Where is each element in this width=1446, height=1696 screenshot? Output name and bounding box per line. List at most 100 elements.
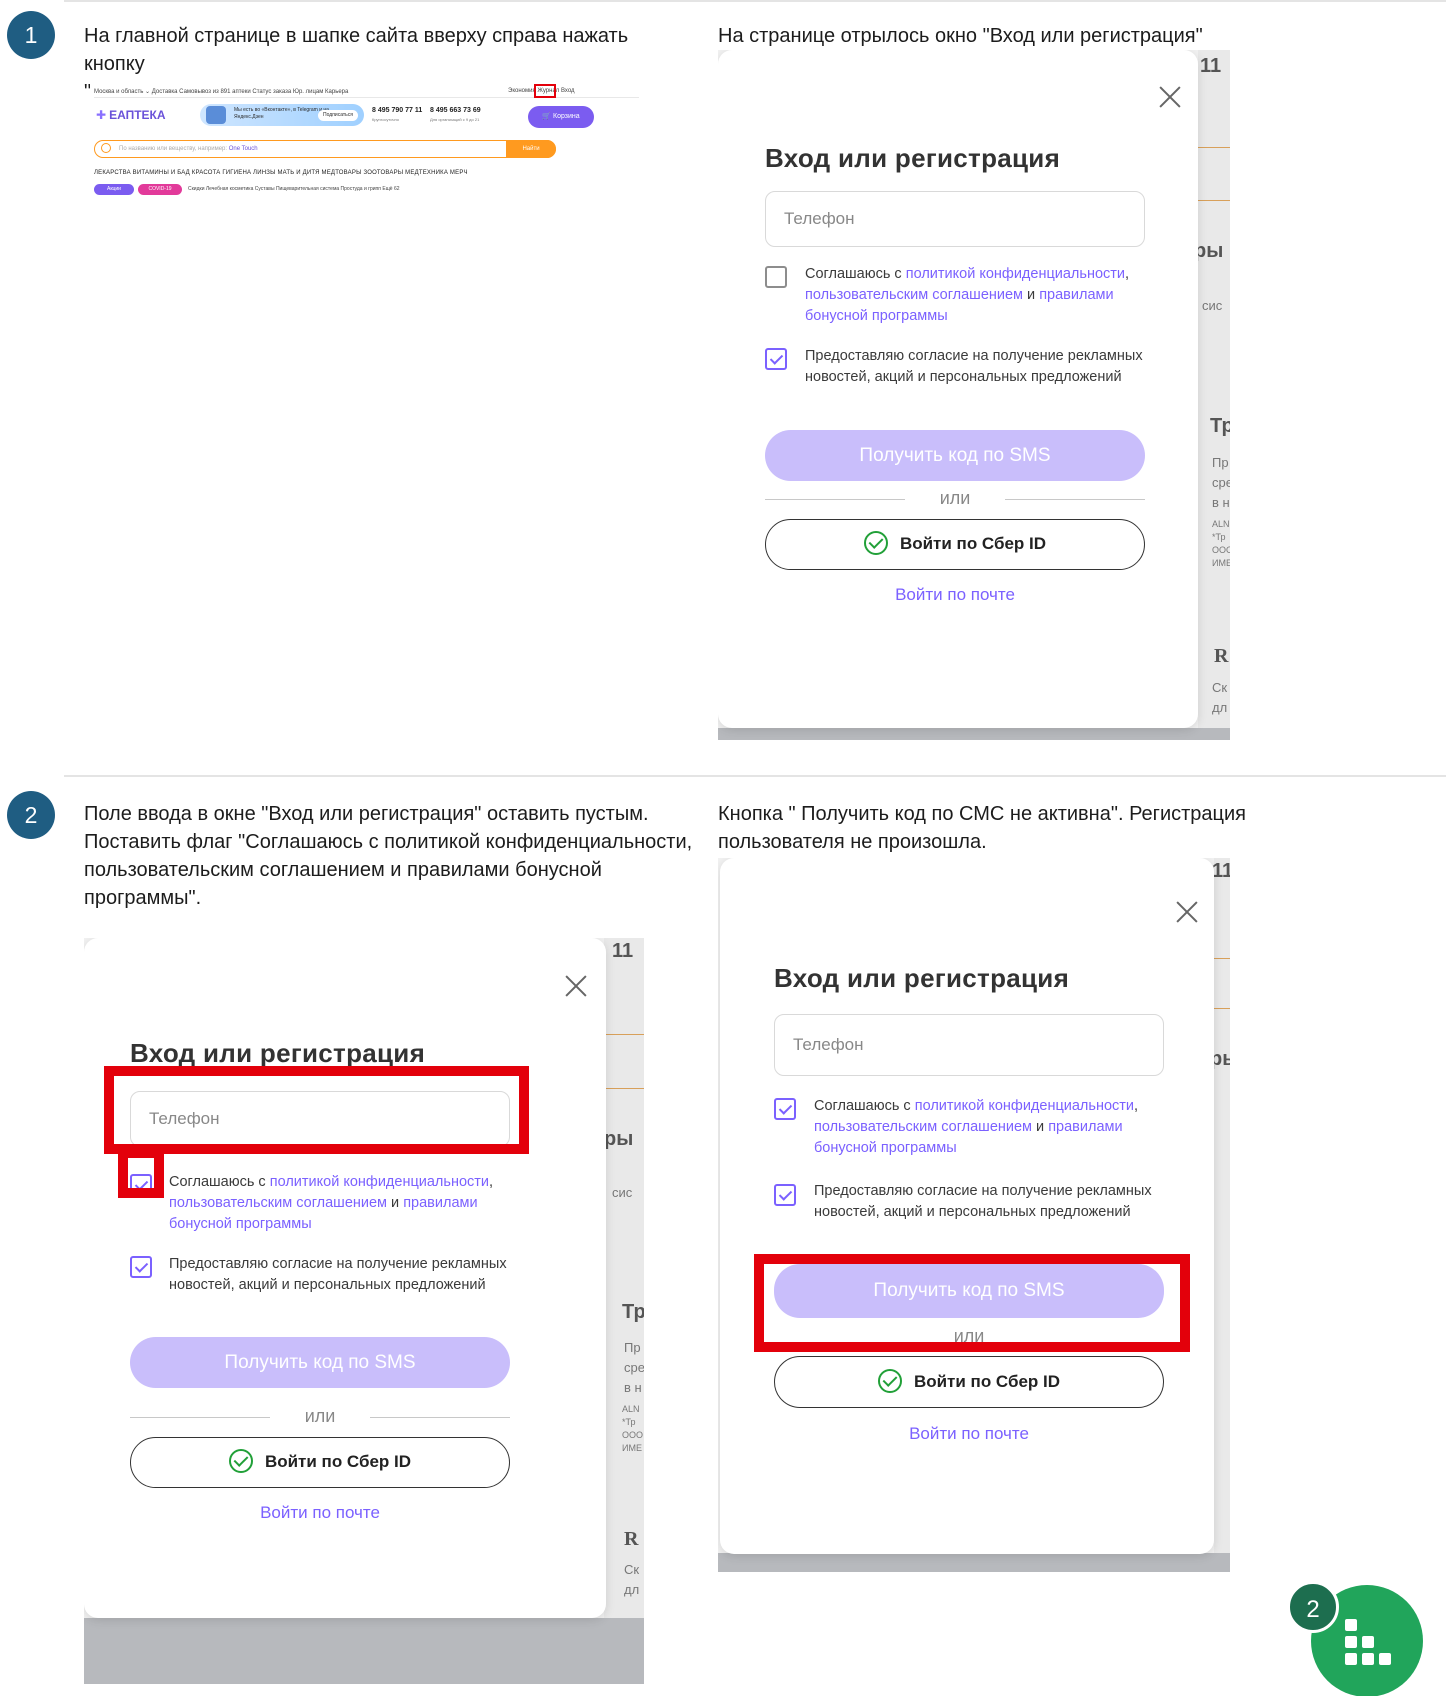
search-icon [101, 143, 111, 153]
sber-id-button[interactable]: Войти по Сбер ID [774, 1356, 1164, 1408]
bg-fragment: Пр сре в н [1212, 455, 1230, 510]
site-header-screenshot: Москва и область ⌄ Доставка Самовывоз из… [90, 82, 645, 210]
background-page [1214, 858, 1230, 1558]
or-label: или [939, 488, 971, 508]
phone-1-note: Круглосуточно [372, 117, 399, 122]
bg-fragment: R [1214, 645, 1229, 667]
promo-text: Мы есть во «Вконтакте», в Telegram и на … [234, 107, 329, 120]
login-by-email-link[interactable]: Войти по почте [765, 585, 1145, 605]
bg-fragment: 11 [612, 940, 634, 962]
sber-id-button[interactable]: Войти по Сбер ID [130, 1437, 510, 1488]
sber-check-icon [228, 1448, 253, 1473]
close-icon[interactable] [564, 974, 588, 998]
sales-pill: Акции [94, 184, 134, 195]
grid-icon-cell [1379, 1653, 1391, 1665]
or-divider-right [1005, 499, 1145, 500]
bg-line [604, 1034, 644, 1035]
bg-line [604, 1088, 644, 1089]
user-agreement-link[interactable]: пользовательским соглашением [169, 1195, 387, 1211]
privacy-link[interactable]: политикой конфиденциальности [915, 1098, 1134, 1114]
sber-id-button[interactable]: Войти по Сбер ID [765, 519, 1145, 570]
bg-fragment: ALN *Тр ООО ИМЕ [622, 1404, 644, 1453]
bg-fragment: Пр сре в н [624, 1340, 644, 1395]
modal-screenshot: 11 ры Вход или регистрация Телефон Согла… [718, 858, 1230, 1572]
highlight-box [118, 1148, 164, 1198]
or-divider-left [765, 499, 905, 500]
user-agreement-link[interactable]: пользовательским соглашением [814, 1119, 1032, 1135]
bg-fragment: ры [1194, 240, 1224, 262]
header-rule [94, 97, 639, 98]
bg-fragment: 11 [1200, 55, 1222, 77]
privacy-consent-text: Соглашаюсь с политикой конфиденциальност… [805, 266, 1130, 324]
overlay-strip [718, 728, 1230, 740]
privacy-link[interactable]: политикой конфиденциальности [270, 1174, 489, 1190]
phone-input[interactable]: Телефон [774, 1014, 1164, 1076]
notification-badge: 2 [1287, 1581, 1339, 1633]
search-input: По названию или веществу, например: One … [94, 140, 556, 158]
sber-check-icon [877, 1368, 902, 1393]
ads-consent-checkbox[interactable] [765, 348, 787, 370]
bg-fragment: сис [1202, 298, 1223, 313]
privacy-checkbox[interactable] [774, 1098, 796, 1120]
get-sms-code-button[interactable]: Получить код по SMS [765, 430, 1145, 481]
search-button: Найти [506, 140, 556, 158]
bg-line [1214, 1008, 1230, 1009]
step-caption: Поле ввода в окне "Вход или регистрация"… [84, 803, 693, 909]
modal-screenshot: 11 ры сис Тр Пр сре в н ALN *Тр ООО ИМЕ … [718, 50, 1230, 740]
step-caption: Кнопка " Получить код по СМС не активна"… [718, 803, 1246, 853]
highlight-box [104, 1066, 529, 1154]
logo-cross-icon: ✚ [96, 108, 107, 122]
cart-label: Корзина [553, 113, 580, 120]
user-agreement-link[interactable]: пользовательским соглашением [805, 287, 1023, 303]
or-divider-left [130, 1417, 270, 1418]
highlight-box [754, 1254, 1190, 1352]
ads-consent-text: Предоставляю согласие на получение рекла… [805, 348, 1143, 385]
sber-check-icon [863, 530, 888, 555]
login-modal: Вход или регистрация Телефон Соглашаюсь … [718, 50, 1198, 728]
search-placeholder: По названию или веществу, например: [119, 146, 229, 152]
promo-banner: Мы есть во «Вконтакте», в Telegram и на … [200, 104, 364, 126]
login-modal: Вход или регистрация Телефон Соглашаюсь … [84, 938, 606, 1618]
ads-consent-text: Предоставляю согласие на получение рекла… [169, 1256, 507, 1293]
grid-icon-cell [1362, 1636, 1374, 1648]
bg-fragment: Тр [1210, 415, 1230, 437]
ads-consent-checkbox[interactable] [130, 1256, 152, 1278]
bg-fragment: Тр [622, 1301, 644, 1323]
close-icon[interactable] [1158, 85, 1182, 109]
privacy-checkbox[interactable] [765, 266, 787, 288]
close-icon[interactable] [1175, 900, 1199, 924]
login-by-email-link[interactable]: Войти по почте [774, 1424, 1164, 1444]
modal-title: Вход или регистрация [130, 1038, 426, 1068]
grid-icon-cell [1362, 1653, 1374, 1665]
bg-fragment: R [624, 1528, 639, 1550]
login-by-email-link[interactable]: Войти по почте [130, 1503, 510, 1523]
modal-title: Вход или регистрация [765, 143, 1061, 173]
sber-id-label: Войти по Сбер ID [913, 1372, 1061, 1391]
bg-fragment: Ск дл [624, 1562, 640, 1597]
step-number: 2 [7, 791, 55, 839]
overlay-strip [718, 1553, 1230, 1572]
bg-fragment: сис [612, 1185, 633, 1200]
grid-icon-cell [1345, 1636, 1357, 1648]
grid-icon [1345, 1619, 1357, 1631]
privacy-link[interactable]: политикой конфиденциальности [906, 266, 1125, 282]
ads-consent-checkbox[interactable] [774, 1184, 796, 1206]
or-label: или [304, 1406, 336, 1426]
step-number: 1 [7, 11, 55, 59]
top-links: Москва и область ⌄ Доставка Самовывоз из… [94, 89, 349, 95]
login-highlight [534, 84, 556, 98]
phone-input[interactable]: Телефон [765, 191, 1145, 247]
background-page [1198, 50, 1230, 740]
background-page [604, 938, 644, 1618]
privacy-consent-text: Соглашаюсь с политикой конфиденциальност… [169, 1174, 494, 1232]
bg-line [1214, 958, 1230, 959]
logo: ✚ ЕАПТЕКА [96, 108, 166, 122]
login-modal: Вход или регистрация Телефон Соглашаюсь … [720, 858, 1214, 1554]
get-sms-code-button[interactable]: Получить код по SMS [130, 1337, 510, 1388]
ads-consent-text: Предоставляю согласие на получение рекла… [814, 1183, 1152, 1220]
category-menu: ЛЕКАРСТВА ВИТАМИНЫ И БАД КРАСОТА ГИГИЕНА… [94, 170, 468, 176]
logo-text: ЕАПТЕКА [109, 108, 166, 122]
search-hint: One Touch [228, 146, 258, 152]
privacy-consent-text: Соглашаюсь с политикой конфиденциальност… [814, 1098, 1139, 1156]
grid-icon-cell [1345, 1653, 1357, 1665]
